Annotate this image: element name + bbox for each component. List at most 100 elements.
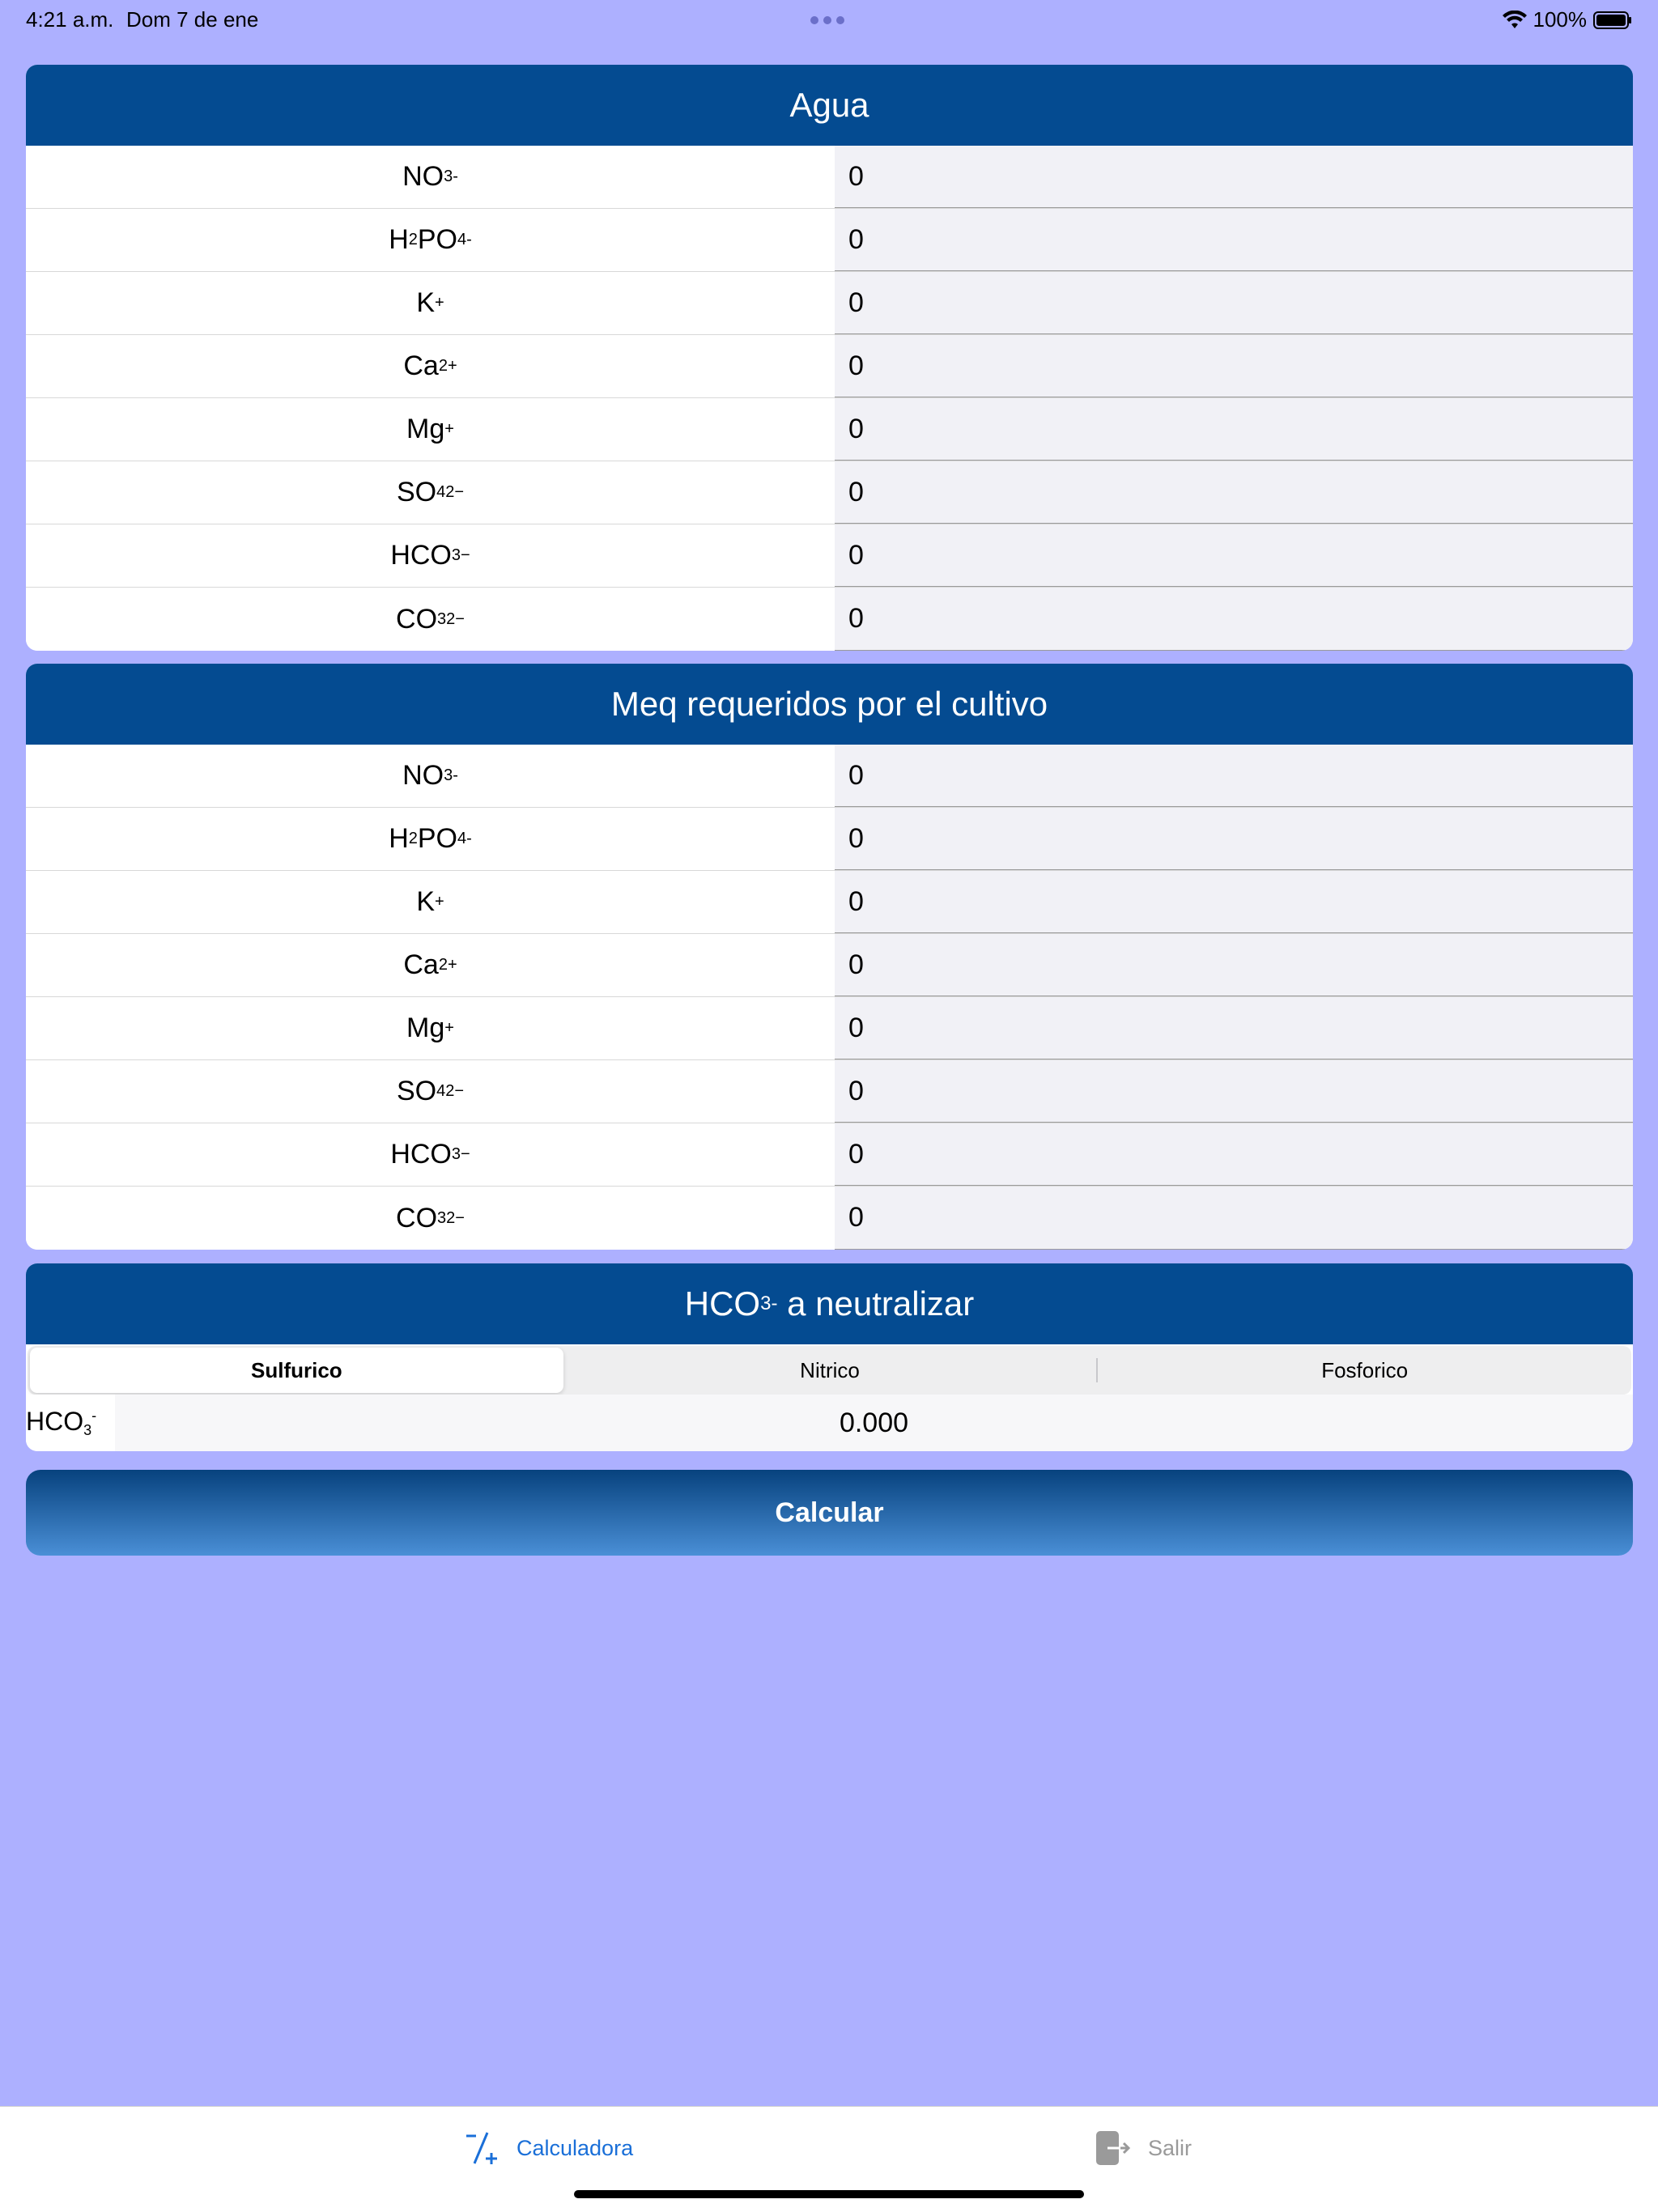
ion-row: Mg +0 — [26, 398, 1633, 461]
wifi-icon — [1502, 10, 1527, 28]
ion-value-input[interactable]: 0 — [835, 335, 1633, 397]
status-time: 4:21 a.m. — [26, 7, 114, 32]
ion-label: K + — [26, 272, 835, 334]
ion-label-base: K — [416, 287, 435, 318]
ion-label-base: HCO — [390, 1139, 452, 1170]
neutralizar-title-sub: 3 — [760, 1293, 772, 1314]
ion-label-sup: + — [435, 294, 444, 312]
ion-value-input[interactable]: 0 — [835, 808, 1633, 870]
exit-icon — [1096, 2131, 1131, 2165]
ion-label-base: H — [389, 224, 409, 255]
calcular-button[interactable]: Calcular — [26, 1470, 1633, 1556]
ion-label-sup: + — [444, 420, 454, 438]
ion-label-sub1: 2 — [408, 231, 418, 248]
status-date: Dom 7 de ene — [126, 7, 259, 32]
ion-value-input[interactable]: 0 — [835, 272, 1633, 334]
ion-row: SO 4 2− 0 — [26, 461, 1633, 524]
ion-label-base: HCO — [390, 540, 452, 571]
status-indicators: 100% — [1502, 7, 1633, 32]
ion-label: SO 4 2− — [26, 1060, 835, 1123]
ion-label-sup: 2− — [445, 483, 465, 501]
neutralizar-card: HCO 3- a neutralizar Sulfurico Nitrico Fo… — [26, 1263, 1633, 1451]
ion-label-sub: 3 — [451, 546, 461, 564]
ion-label-sub: 3 — [451, 1145, 461, 1163]
ion-value-input[interactable]: 0 — [835, 146, 1633, 208]
agua-rows: NO 3-0 H 2 PO 4-0 K +0 Ca 2+ 0 Mg +0 SO 4 2− 0 HCO 3−0 CO 3 2… — [26, 146, 1633, 651]
tab-calculadora-label: Calculadora — [517, 2135, 634, 2160]
result-value-field[interactable]: 0.000 — [115, 1395, 1633, 1451]
calculator-icon — [466, 2132, 497, 2164]
ion-label: CO 3 2− — [26, 588, 835, 651]
segment-nitrico[interactable]: Nitrico — [563, 1348, 1097, 1393]
ion-value-input[interactable]: 0 — [835, 871, 1633, 933]
ion-label-sup: 2+ — [438, 357, 457, 375]
ion-label-sub: 4 — [436, 483, 446, 501]
result-label-sup: - — [91, 1407, 97, 1424]
tab-salir[interactable]: Salir — [1095, 2129, 1192, 2167]
ion-label-sup: - — [453, 766, 458, 784]
ion-value-input[interactable]: 0 — [835, 1060, 1633, 1123]
ion-label-base: NO — [402, 161, 444, 192]
ion-row: NO 3-0 — [26, 146, 1633, 209]
ion-row: NO 3-0 — [26, 745, 1633, 808]
ion-label-sup: - — [466, 231, 472, 248]
battery-icon — [1593, 11, 1631, 29]
home-indicator — [574, 2190, 1084, 2198]
ion-value-input[interactable]: 0 — [835, 524, 1633, 587]
segment-sulfurico[interactable]: Sulfurico — [30, 1348, 563, 1393]
ion-label: Mg + — [26, 398, 835, 461]
result-row: HCO3- 0.000 — [26, 1395, 1633, 1451]
ion-label-sup: − — [461, 1145, 470, 1163]
meq-header: Meq requeridos por el cultivo — [26, 664, 1633, 745]
ion-label-base: CO — [396, 1202, 438, 1233]
tab-calculadora[interactable]: Calculadora — [463, 2129, 633, 2167]
result-label: HCO3- — [26, 1407, 115, 1439]
ion-label-base: Mg — [406, 414, 445, 444]
ion-value-input[interactable]: 0 — [835, 461, 1633, 524]
ion-value-input[interactable]: 0 — [835, 398, 1633, 461]
ion-label-sup: + — [444, 1019, 454, 1037]
ion-label-sub: 3 — [444, 168, 453, 185]
ion-row: CO 3 2− 0 — [26, 1187, 1633, 1250]
ion-value-input[interactable]: 0 — [835, 1123, 1633, 1186]
ion-label-sup: - — [453, 168, 458, 185]
ion-row: K +0 — [26, 871, 1633, 934]
ion-label: CO 3 2− — [26, 1187, 835, 1250]
neutralizar-header: HCO 3- a neutralizar — [26, 1263, 1633, 1344]
tab-salir-label: Salir — [1148, 2135, 1192, 2160]
neutralizar-title-base: HCO — [684, 1284, 761, 1323]
battery-percent: 100% — [1533, 7, 1588, 32]
multitasking-dots-icon[interactable] — [810, 16, 844, 24]
ion-label-base2: PO — [417, 823, 457, 854]
ion-value-input[interactable]: 0 — [835, 934, 1633, 996]
ion-label: Ca 2+ — [26, 934, 835, 996]
ion-label-sup: 2+ — [438, 956, 457, 974]
ion-value-input[interactable]: 0 — [835, 209, 1633, 271]
ion-label-base: SO — [396, 477, 437, 507]
ion-label-sub: 3 — [437, 1208, 447, 1227]
ion-row: H 2 PO 4-0 — [26, 209, 1633, 272]
ion-label-base: K — [416, 886, 435, 917]
agua-card: Agua NO 3-0 H 2 PO 4-0 K +0 Ca 2+ 0 Mg +0 SO 4 2− 0 HCO 3−… — [26, 65, 1633, 651]
ion-label-base: SO — [396, 1076, 437, 1106]
ion-label-base: Ca — [403, 949, 439, 980]
segment-fosforico[interactable]: Fosforico — [1098, 1348, 1631, 1393]
ion-label-base: Ca — [403, 350, 439, 381]
ion-label-sup: 2− — [446, 1208, 465, 1227]
status-bar: 4:21 a.m. Dom 7 de ene 100% — [0, 0, 1658, 39]
ion-row: H 2 PO 4-0 — [26, 808, 1633, 871]
ion-label-base2: PO — [417, 224, 457, 255]
ion-value-input[interactable]: 0 — [835, 997, 1633, 1059]
ion-label: NO 3- — [26, 146, 835, 208]
ion-label: HCO 3− — [26, 524, 835, 587]
meq-card: Meq requeridos por el cultivo NO 3-0 H 2 PO 4… — [26, 664, 1633, 1250]
ion-label-base: H — [389, 823, 409, 854]
ion-label-sup: - — [466, 830, 472, 847]
neutralizar-title-rest: a neutralizar — [777, 1284, 975, 1323]
ion-value-input[interactable]: 0 — [835, 588, 1633, 651]
ion-label-sup: 2− — [445, 1082, 465, 1100]
ion-value-input[interactable]: 0 — [835, 745, 1633, 807]
ion-value-input[interactable]: 0 — [835, 1187, 1633, 1250]
ion-label: Mg + — [26, 997, 835, 1059]
ion-row: SO 4 2− 0 — [26, 1060, 1633, 1123]
